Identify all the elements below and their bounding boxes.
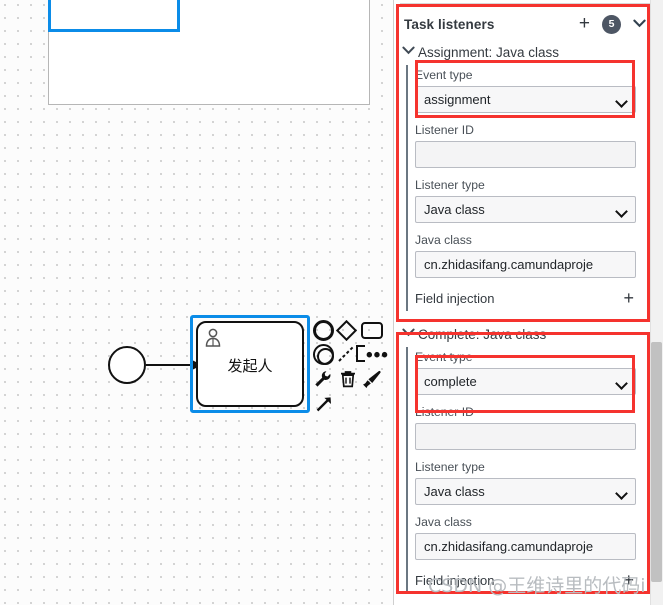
user-task-icon: [203, 327, 223, 347]
task-listeners-count-badge: 5: [602, 14, 621, 34]
listener-id-label: Listener ID: [415, 405, 474, 419]
append-gateway-icon[interactable]: [335, 319, 358, 342]
java-class-input[interactable]: cn.zhidasifang.camundaproje: [415, 251, 636, 278]
listener-id-field-assignment: Listener ID: [415, 120, 650, 175]
listener-entry-complete-header[interactable]: Complete: Java class: [394, 321, 650, 347]
listener-id-input[interactable]: [415, 141, 636, 168]
properties-panel: Task listeners + 5 Assignment: Java clas…: [393, 0, 663, 605]
event-type-field-complete: Event type complete: [415, 347, 650, 402]
event-type-select[interactable]: complete: [415, 368, 636, 395]
listener-entry-assignment-title: Assignment: Java class: [418, 44, 560, 60]
append-task-icon[interactable]: [361, 322, 383, 339]
selected-element-outline-top[interactable]: [48, 0, 180, 32]
event-type-label: Event type: [415, 68, 473, 82]
java-class-label: Java class: [415, 515, 472, 529]
change-type-wrench-icon[interactable]: [313, 369, 333, 394]
listener-id-field-complete: Listener ID: [415, 402, 650, 457]
panel-scrollbar-track[interactable]: [650, 0, 663, 605]
field-injection-row-complete[interactable]: Field injection +: [415, 567, 650, 593]
chevron-down-icon[interactable]: [402, 328, 418, 340]
listener-entry-assignment: Assignment: Java class Event type assign…: [394, 39, 650, 311]
panel-scrollbar-thumb[interactable]: [651, 342, 662, 582]
chevron-down-icon[interactable]: [633, 18, 646, 30]
listener-entry-complete-title: Complete: Java class: [418, 326, 547, 342]
listener-entry-complete-body: Event type complete Listener ID Listener…: [394, 347, 650, 593]
java-class-field-assignment: Java class cn.zhidasifang.camundaproje: [415, 230, 650, 285]
listener-type-field-assignment: Listener type Java class: [415, 175, 650, 230]
entry-rail: [406, 65, 408, 311]
start-event-shape[interactable]: [108, 346, 146, 384]
add-field-injection-button[interactable]: +: [623, 289, 634, 307]
java-class-input[interactable]: cn.zhidasifang.camundaproje: [415, 533, 636, 560]
append-subprocess-icon[interactable]: [356, 345, 365, 362]
field-injection-row-assignment[interactable]: Field injection +: [415, 285, 650, 311]
field-injection-label: Field injection: [415, 290, 495, 306]
event-type-field-assignment: Event type assignment: [415, 65, 650, 120]
task-listeners-title: Task listeners: [404, 16, 495, 32]
user-task-label: 发起人: [227, 357, 273, 375]
field-injection-label: Field injection: [415, 572, 495, 588]
listener-type-label: Listener type: [415, 178, 485, 192]
task-listeners-group-header[interactable]: Task listeners + 5: [394, 9, 650, 39]
properties-panel-scroll-region[interactable]: Task listeners + 5 Assignment: Java clas…: [394, 0, 650, 605]
listener-type-field-complete: Listener type Java class: [415, 457, 650, 512]
connect-arrow-icon[interactable]: [314, 393, 334, 418]
event-type-label: Event type: [415, 350, 473, 364]
listener-entry-assignment-header[interactable]: Assignment: Java class: [394, 39, 650, 65]
bpmn-modeler-window: 发起人 ••• Task listeners + 5 Assignment: J…: [0, 0, 663, 605]
listener-entry-complete: Complete: Java class Event type complete…: [394, 321, 650, 593]
listener-id-input[interactable]: [415, 423, 636, 450]
event-type-select[interactable]: assignment: [415, 86, 636, 113]
listener-id-label: Listener ID: [415, 123, 474, 137]
listener-entry-assignment-body: Event type assignment Listener ID Listen…: [394, 65, 650, 311]
chevron-down-icon[interactable]: [402, 46, 418, 58]
entry-rail: [406, 347, 408, 593]
append-end-event-icon[interactable]: [313, 320, 334, 341]
more-options-icon[interactable]: •••: [366, 346, 389, 365]
connect-tool-icon[interactable]: [338, 345, 356, 368]
java-class-field-complete: Java class cn.zhidasifang.camundaproje: [415, 512, 650, 567]
add-field-injection-button[interactable]: +: [623, 571, 634, 589]
delete-trash-icon[interactable]: [338, 369, 358, 394]
listener-type-select[interactable]: Java class: [415, 478, 636, 505]
append-intermediate-event-icon[interactable]: [313, 344, 334, 365]
java-class-label: Java class: [415, 233, 472, 247]
set-color-brush-icon[interactable]: [362, 370, 382, 393]
bpmn-canvas[interactable]: 发起人 •••: [0, 0, 393, 605]
sequence-flow-connection[interactable]: [146, 360, 202, 370]
listener-type-label: Listener type: [415, 460, 485, 474]
listener-type-select[interactable]: Java class: [415, 196, 636, 223]
add-task-listener-button[interactable]: +: [579, 14, 590, 33]
